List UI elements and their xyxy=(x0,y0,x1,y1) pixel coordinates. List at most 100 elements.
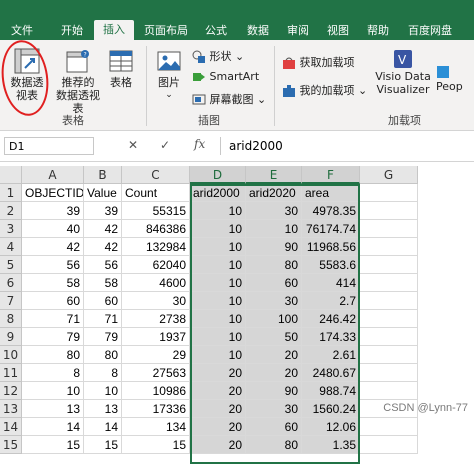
table-cell[interactable]: 134 xyxy=(122,418,190,436)
header-cell[interactable]: area xyxy=(302,184,360,202)
smartart-button[interactable]: SmartArt xyxy=(192,70,259,84)
row-header[interactable]: 5 xyxy=(0,256,22,274)
table-cell[interactable] xyxy=(360,220,418,238)
table-cell[interactable] xyxy=(360,364,418,382)
table-cell[interactable] xyxy=(360,238,418,256)
table-cell[interactable]: 90 xyxy=(246,238,302,256)
table-cell[interactable]: 20 xyxy=(190,364,246,382)
table-cell[interactable]: 60 xyxy=(84,292,122,310)
table-cell[interactable] xyxy=(360,310,418,328)
table-cell[interactable] xyxy=(360,202,418,220)
table-cell[interactable]: 58 xyxy=(84,274,122,292)
tab-baidu-netdisk[interactable]: 百度网盘 xyxy=(400,22,460,40)
table-cell[interactable]: 30 xyxy=(122,292,190,310)
table-cell[interactable]: 1937 xyxy=(122,328,190,346)
row-header[interactable]: 2 xyxy=(0,202,22,220)
table-cell[interactable]: 42 xyxy=(84,220,122,238)
table-cell[interactable]: 56 xyxy=(22,256,84,274)
table-cell[interactable]: 13 xyxy=(22,400,84,418)
table-cell[interactable]: 14 xyxy=(22,418,84,436)
column-header-c[interactable]: C xyxy=(122,166,190,184)
table-cell[interactable]: 14 xyxy=(84,418,122,436)
header-cell[interactable]: arid2020 xyxy=(246,184,302,202)
table-cell[interactable]: 56 xyxy=(84,256,122,274)
table-cell[interactable]: 50 xyxy=(246,328,302,346)
my-addins-button[interactable]: 我的加载项 ⌄ xyxy=(282,82,367,98)
table-cell[interactable]: 55315 xyxy=(122,202,190,220)
tab-insert[interactable]: 插入 xyxy=(94,20,134,40)
table-cell[interactable]: 10 xyxy=(190,346,246,364)
table-cell[interactable]: 10 xyxy=(190,256,246,274)
table-cell[interactable]: 12.06 xyxy=(302,418,360,436)
row-header[interactable]: 7 xyxy=(0,292,22,310)
header-cell[interactable]: Count xyxy=(122,184,190,202)
table-cell[interactable]: 20 xyxy=(190,418,246,436)
table-cell[interactable]: 2738 xyxy=(122,310,190,328)
tab-data[interactable]: 数据 xyxy=(240,22,276,40)
table-cell[interactable] xyxy=(360,382,418,400)
row-header[interactable]: 11 xyxy=(0,364,22,382)
table-cell[interactable]: 71 xyxy=(22,310,84,328)
row-header[interactable]: 4 xyxy=(0,238,22,256)
table-cell[interactable] xyxy=(360,292,418,310)
table-cell[interactable]: 60 xyxy=(22,292,84,310)
table-cell[interactable]: 20 xyxy=(246,346,302,364)
row-header[interactable]: 1 xyxy=(0,184,22,202)
table-cell[interactable]: 58 xyxy=(22,274,84,292)
row-header[interactable]: 6 xyxy=(0,274,22,292)
table-cell[interactable]: 39 xyxy=(22,202,84,220)
table-cell[interactable] xyxy=(360,256,418,274)
table-cell[interactable]: 30 xyxy=(246,292,302,310)
table-cell[interactable]: 10 xyxy=(246,220,302,238)
table-cell[interactable]: 42 xyxy=(22,238,84,256)
table-cell[interactable] xyxy=(360,346,418,364)
table-cell[interactable]: 246.42 xyxy=(302,310,360,328)
table-cell[interactable]: 8 xyxy=(84,364,122,382)
table-cell[interactable]: 20 xyxy=(190,400,246,418)
table-cell[interactable]: 10 xyxy=(190,238,246,256)
row-header[interactable]: 9 xyxy=(0,328,22,346)
table-cell[interactable] xyxy=(360,274,418,292)
table-cell[interactable]: 5583.6 xyxy=(302,256,360,274)
table-cell[interactable]: 60 xyxy=(246,274,302,292)
table-cell[interactable]: 90 xyxy=(246,382,302,400)
table-button[interactable]: 表格 xyxy=(106,46,136,89)
column-header-f[interactable]: F xyxy=(302,166,360,184)
table-cell[interactable]: 11968.56 xyxy=(302,238,360,256)
tab-help[interactable]: 帮助 xyxy=(360,22,396,40)
table-cell[interactable]: 20 xyxy=(190,436,246,454)
table-cell[interactable]: 846386 xyxy=(122,220,190,238)
table-cell[interactable]: 76174.74 xyxy=(302,220,360,238)
table-cell[interactable]: 4600 xyxy=(122,274,190,292)
row-header[interactable]: 15 xyxy=(0,436,22,454)
table-cell[interactable]: 80 xyxy=(246,256,302,274)
cancel-icon[interactable]: ✕ xyxy=(128,138,138,152)
table-cell[interactable]: 79 xyxy=(22,328,84,346)
table-cell[interactable]: 10 xyxy=(190,292,246,310)
column-header-b[interactable]: B xyxy=(84,166,122,184)
table-cell[interactable]: 10 xyxy=(190,274,246,292)
tab-view[interactable]: 视图 xyxy=(320,22,356,40)
fx-icon[interactable]: fx xyxy=(194,137,205,151)
column-header-g[interactable]: G xyxy=(360,166,418,184)
screenshot-button[interactable]: 屏幕截图 ⌄ xyxy=(192,91,266,107)
confirm-icon[interactable]: ✓ xyxy=(160,138,170,152)
table-cell[interactable]: 1560.24 xyxy=(302,400,360,418)
row-header[interactable]: 13 xyxy=(0,400,22,418)
row-header[interactable]: 10 xyxy=(0,346,22,364)
row-header[interactable]: 12 xyxy=(0,382,22,400)
shapes-button[interactable]: 形状 ⌄ xyxy=(192,48,244,64)
table-cell[interactable]: 30 xyxy=(246,202,302,220)
header-cell[interactable] xyxy=(360,184,418,202)
table-cell[interactable]: 62040 xyxy=(122,256,190,274)
table-cell[interactable]: 2.61 xyxy=(302,346,360,364)
table-cell[interactable]: 79 xyxy=(84,328,122,346)
table-cell[interactable]: 15 xyxy=(84,436,122,454)
row-header[interactable]: 3 xyxy=(0,220,22,238)
table-cell[interactable]: 1.35 xyxy=(302,436,360,454)
table-cell[interactable]: 10986 xyxy=(122,382,190,400)
table-cell[interactable] xyxy=(360,418,418,436)
table-cell[interactable]: 20 xyxy=(246,364,302,382)
table-cell[interactable] xyxy=(360,328,418,346)
table-cell[interactable]: 2.7 xyxy=(302,292,360,310)
